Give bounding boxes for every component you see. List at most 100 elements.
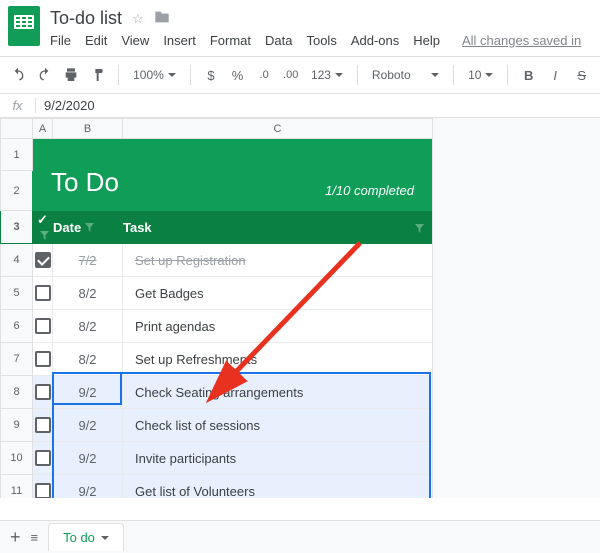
todo-column-row: 3 ✓ Date Task bbox=[1, 211, 433, 244]
todo-task[interactable]: Check Seating arrangements bbox=[135, 385, 303, 400]
row-header[interactable]: 8 bbox=[1, 376, 33, 409]
col-header-c[interactable]: C bbox=[123, 119, 433, 139]
todo-row[interactable]: 8 9/2 Check Seating arrangements bbox=[1, 376, 433, 409]
todo-row[interactable]: 11 9/2 Get list of Volunteers bbox=[1, 475, 433, 499]
number-format-select[interactable]: 123 bbox=[307, 68, 347, 82]
row-header[interactable]: 3 bbox=[1, 211, 33, 244]
checkbox[interactable] bbox=[35, 417, 51, 433]
todo-task[interactable]: Get list of Volunteers bbox=[135, 484, 255, 499]
redo-icon[interactable] bbox=[35, 64, 56, 86]
col-header-a[interactable]: A bbox=[33, 119, 53, 139]
sheet-tab-label: To do bbox=[63, 530, 95, 545]
row-header[interactable]: 1 bbox=[1, 139, 33, 171]
row-header[interactable]: 5 bbox=[1, 277, 33, 310]
zoom-select[interactable]: 100% bbox=[129, 68, 180, 82]
font-size-select[interactable]: 10 bbox=[464, 68, 497, 82]
paint-format-icon[interactable] bbox=[88, 64, 109, 86]
filter-icon[interactable] bbox=[85, 220, 94, 235]
col-date-label[interactable]: Date bbox=[53, 220, 81, 235]
spreadsheet-grid[interactable]: A B C 1 To Do 1/10 completed 2 3 ✓ Date … bbox=[0, 118, 600, 498]
strikethrough-icon[interactable]: S bbox=[571, 64, 592, 86]
row-header[interactable]: 2 bbox=[1, 171, 33, 211]
menu-edit[interactable]: Edit bbox=[85, 33, 107, 48]
row-header[interactable]: 11 bbox=[1, 475, 33, 499]
menu-format[interactable]: Format bbox=[210, 33, 251, 48]
formula-bar[interactable]: fx 9/2/2020 bbox=[0, 94, 600, 118]
fx-label: fx bbox=[0, 98, 36, 113]
checkbox[interactable] bbox=[35, 285, 51, 301]
sheets-app-icon[interactable] bbox=[8, 6, 40, 46]
row-header[interactable]: 6 bbox=[1, 310, 33, 343]
bold-icon[interactable]: B bbox=[518, 64, 539, 86]
print-icon[interactable] bbox=[61, 64, 82, 86]
row-header[interactable]: 7 bbox=[1, 343, 33, 376]
move-folder-icon[interactable] bbox=[154, 10, 170, 27]
checkbox[interactable] bbox=[35, 351, 51, 367]
checkbox[interactable] bbox=[35, 450, 51, 466]
sheet-tab-menu-icon[interactable] bbox=[101, 536, 109, 540]
menu-bar: File Edit View Insert Format Data Tools … bbox=[50, 29, 592, 56]
menu-insert[interactable]: Insert bbox=[163, 33, 196, 48]
todo-date[interactable]: 9/2 bbox=[78, 451, 96, 466]
toolbar: 100% $ % .0 .00 123 Roboto 10 B I S bbox=[0, 56, 600, 94]
column-headers[interactable]: A B C bbox=[1, 119, 433, 139]
todo-task[interactable]: Get Badges bbox=[135, 286, 204, 301]
todo-title: To Do bbox=[51, 167, 119, 198]
menu-view[interactable]: View bbox=[121, 33, 149, 48]
col-header-b[interactable]: B bbox=[53, 119, 123, 139]
sheet-tab[interactable]: To do bbox=[48, 523, 124, 551]
all-sheets-icon[interactable]: ≡ bbox=[31, 530, 39, 545]
fx-value[interactable]: 9/2/2020 bbox=[36, 98, 95, 113]
checkbox[interactable] bbox=[35, 384, 51, 400]
todo-date[interactable]: 9/2 bbox=[78, 385, 96, 400]
font-select[interactable]: Roboto bbox=[368, 68, 443, 82]
grid-blank-area bbox=[432, 118, 600, 498]
menu-tools[interactable]: Tools bbox=[306, 33, 336, 48]
row-header[interactable]: 4 bbox=[1, 244, 33, 277]
todo-task[interactable]: Set up Registration bbox=[135, 253, 246, 268]
increase-decimal-icon[interactable]: .00 bbox=[280, 64, 301, 86]
add-sheet-icon[interactable]: + bbox=[10, 527, 21, 548]
decrease-decimal-icon[interactable]: .0 bbox=[254, 64, 275, 86]
todo-row[interactable]: 5 8/2 Get Badges bbox=[1, 277, 433, 310]
format-percent-icon[interactable]: % bbox=[227, 64, 248, 86]
menu-help[interactable]: Help bbox=[413, 33, 440, 48]
todo-date[interactable]: 8/2 bbox=[78, 319, 96, 334]
todo-row[interactable]: 7 8/2 Set up Refreshments bbox=[1, 343, 433, 376]
todo-task[interactable]: Set up Refreshments bbox=[135, 352, 257, 367]
filter-icon[interactable] bbox=[40, 228, 49, 243]
select-all-corner[interactable] bbox=[1, 119, 33, 139]
italic-icon[interactable]: I bbox=[545, 64, 566, 86]
todo-date[interactable]: 9/2 bbox=[78, 484, 96, 499]
todo-date[interactable]: 8/2 bbox=[78, 352, 96, 367]
undo-icon[interactable] bbox=[8, 64, 29, 86]
row-header[interactable]: 9 bbox=[1, 409, 33, 442]
todo-row[interactable]: 10 9/2 Invite participants bbox=[1, 442, 433, 475]
todo-task[interactable]: Check list of sessions bbox=[135, 418, 260, 433]
todo-header: To Do 1/10 completed bbox=[33, 139, 432, 210]
checkbox[interactable] bbox=[35, 318, 51, 334]
todo-task[interactable]: Print agendas bbox=[135, 319, 215, 334]
row-header[interactable]: 10 bbox=[1, 442, 33, 475]
todo-row[interactable]: 4 7/2 Set up Registration bbox=[1, 244, 433, 277]
filter-icon[interactable] bbox=[415, 221, 424, 236]
todo-date[interactable]: 8/2 bbox=[78, 286, 96, 301]
col-check-label[interactable]: ✓ bbox=[37, 212, 48, 227]
sheet-tab-bar: + ≡ To do bbox=[0, 520, 600, 553]
star-icon[interactable]: ☆ bbox=[132, 11, 144, 27]
format-currency-icon[interactable]: $ bbox=[201, 64, 222, 86]
menu-data[interactable]: Data bbox=[265, 33, 292, 48]
save-status: All changes saved in bbox=[462, 33, 581, 48]
todo-task[interactable]: Invite participants bbox=[135, 451, 236, 466]
checkbox[interactable] bbox=[35, 483, 51, 498]
menu-file[interactable]: File bbox=[50, 33, 71, 48]
todo-row[interactable]: 6 8/2 Print agendas bbox=[1, 310, 433, 343]
todo-date[interactable]: 9/2 bbox=[78, 418, 96, 433]
doc-title[interactable]: To-do list bbox=[50, 8, 122, 29]
menu-addons[interactable]: Add-ons bbox=[351, 33, 399, 48]
todo-progress: 1/10 completed bbox=[325, 183, 414, 198]
todo-row[interactable]: 9 9/2 Check list of sessions bbox=[1, 409, 433, 442]
col-task-label[interactable]: Task bbox=[123, 220, 152, 235]
checkbox[interactable] bbox=[35, 252, 51, 268]
todo-date[interactable]: 7/2 bbox=[78, 253, 96, 268]
